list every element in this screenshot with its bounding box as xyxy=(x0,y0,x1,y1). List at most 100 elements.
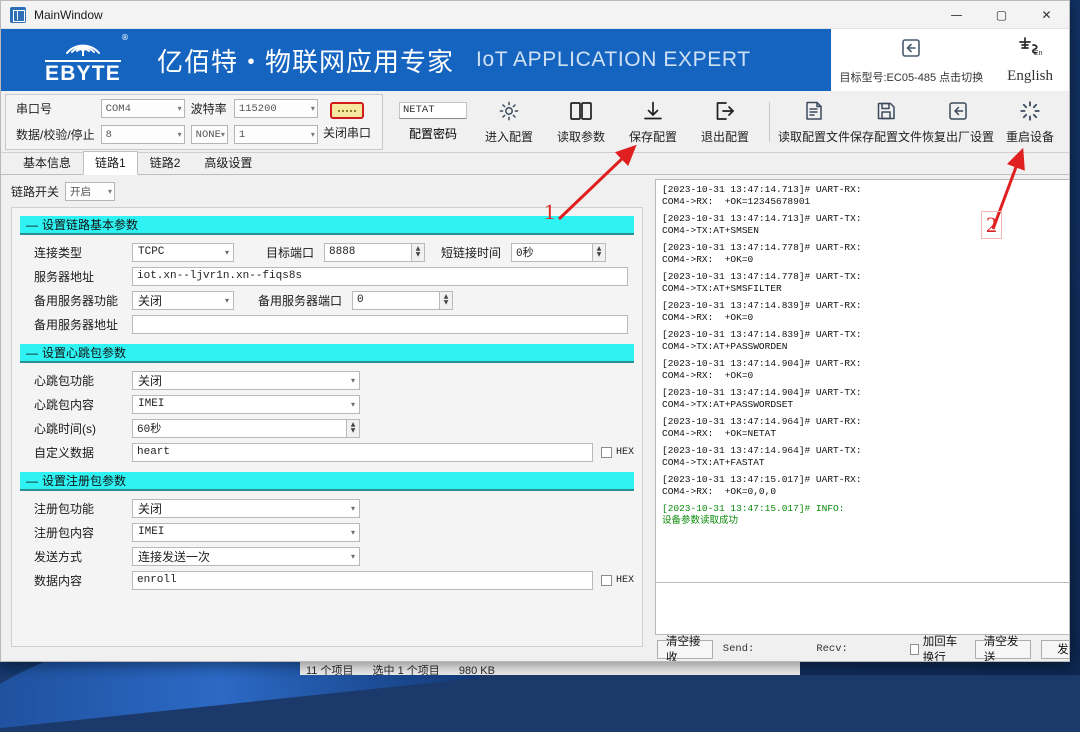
row-connection-type: 连接类型 TCPC ▾ 目标端口 8888 ▲▼ 短链接时间 0秒 ▲▼ xyxy=(20,241,634,263)
server-address-input[interactable]: iot.xn--ljvr1n.xn--fiqs8s xyxy=(132,267,628,286)
serial-port-icon xyxy=(330,102,364,119)
log-entry-rx: [2023-10-31 13:47:14.839]# UART-RX: COM4… xyxy=(662,300,1069,323)
tab-link2[interactable]: 链路2 xyxy=(138,151,193,175)
enter-config-button[interactable]: 进入配置 xyxy=(473,94,545,150)
heartbeat-time-stepper[interactable]: ▲▼ xyxy=(347,419,360,438)
log-pane: [2023-10-31 13:47:14.713]# UART-RX: COM4… xyxy=(653,175,1069,661)
send-button[interactable]: 发送 xyxy=(1041,640,1069,659)
register-hex-toggle[interactable]: HEX xyxy=(601,575,634,586)
log-entry-tx: [2023-10-31 13:47:14.778]# UART-TX: COM4… xyxy=(662,271,1069,294)
serial-port-value: COM4 xyxy=(106,103,178,115)
stop-bits-select[interactable]: 1 ▾ xyxy=(234,125,318,144)
model-switch-button[interactable]: 目标型号:EC05-485 点击切换 xyxy=(840,36,984,85)
maximize-button[interactable]: ▢ xyxy=(979,1,1024,29)
register-function-select[interactable]: 关闭 ▾ xyxy=(132,499,360,518)
register-data-input[interactable]: enroll xyxy=(132,571,593,590)
language-switch-button[interactable]: En English xyxy=(1007,35,1053,85)
factory-reset-label: 恢复出厂设置 xyxy=(922,128,994,145)
clear-send-button[interactable]: 清空发送 xyxy=(975,640,1031,659)
backup-server-port-stepper[interactable]: ▲▼ xyxy=(440,291,453,310)
exit-config-button[interactable]: 退出配置 xyxy=(689,94,761,150)
window-title-bar: MainWindow — ▢ ✕ xyxy=(1,1,1069,29)
link-config-pane: 链路开关 开启 ▾ — 设置链路基本参数 连接类型 TCPC ▾ xyxy=(1,175,653,661)
register-content-select[interactable]: IMEI ▾ xyxy=(132,523,360,542)
heartbeat-custom-input[interactable]: heart xyxy=(132,443,593,462)
log-output[interactable]: [2023-10-31 13:47:14.713]# UART-RX: COM4… xyxy=(655,179,1069,583)
backup-server-func-value: 关闭 xyxy=(138,292,225,309)
register-data-label: 数据内容 xyxy=(20,572,132,589)
parity-select[interactable]: NONE ▾ xyxy=(191,125,228,144)
model-switch-label: 目标型号:EC05-485 点击切换 xyxy=(840,69,984,85)
chevron-down-icon: ▾ xyxy=(351,528,357,537)
heartbeat-function-select[interactable]: 关闭 ▾ xyxy=(132,371,360,390)
save-config-button[interactable]: 保存配置 xyxy=(617,94,689,150)
tab-basic-info[interactable]: 基本信息 xyxy=(11,151,83,175)
link-switch-value: 开启 xyxy=(70,184,108,199)
heartbeat-hex-checkbox[interactable] xyxy=(601,447,612,458)
crlf-checkbox[interactable] xyxy=(910,644,919,655)
register-hex-checkbox[interactable] xyxy=(601,575,612,586)
connection-type-select[interactable]: TCPC ▾ xyxy=(132,243,234,262)
logo-signal-icon: ® xyxy=(47,35,119,59)
crlf-label: 加回车换行 xyxy=(923,633,967,661)
heartbeat-hex-toggle[interactable]: HEX xyxy=(601,447,634,458)
data-bits-select[interactable]: 8 ▾ xyxy=(101,125,185,144)
minimize-button[interactable]: — xyxy=(934,1,979,29)
row-heartbeat-custom-data: 自定义数据 heart HEX xyxy=(20,441,634,463)
factory-reset-icon xyxy=(946,98,970,124)
tab-link1[interactable]: 链路1 xyxy=(83,151,138,175)
explorer-selected-count: 选中 1 个项目 xyxy=(373,665,440,675)
log-entry-info: [2023-10-31 13:47:15.017]# INFO: 设备参数读取成… xyxy=(662,503,1069,526)
restart-device-label: 重启设备 xyxy=(1006,128,1054,145)
short-conn-input[interactable]: 0秒 xyxy=(511,243,593,262)
switch-model-icon xyxy=(899,36,923,65)
heartbeat-hex-label: HEX xyxy=(616,447,634,458)
short-conn-label: 短链接时间 xyxy=(425,244,511,261)
row-heartbeat-time: 心跳时间(s) 60秒 ▲▼ xyxy=(20,417,634,439)
exit-config-label: 退出配置 xyxy=(701,128,749,145)
main-window: MainWindow — ▢ ✕ ® xyxy=(0,0,1070,662)
serial-settings-group: 串口号 COM4 ▾ 波特率 115200 ▾ 数据/校验/停止 8 ▾ NON… xyxy=(5,94,383,150)
log-entry-rx: [2023-10-31 13:47:14.964]# UART-RX: COM4… xyxy=(662,416,1069,439)
tab-bar: 基本信息 链路1 链路2 高级设置 xyxy=(1,153,1069,175)
tab-advanced-settings[interactable]: 高级设置 xyxy=(192,151,264,175)
heartbeat-time-input[interactable]: 60秒 xyxy=(132,419,347,438)
save-config-file-button[interactable]: 保存配置文件 xyxy=(850,94,922,150)
banner-actions: 目标型号:EC05-485 点击切换 En English xyxy=(831,29,1069,91)
ebyte-logo: ® EBYTE xyxy=(27,35,139,85)
read-params-button[interactable]: 读取参数 xyxy=(545,94,617,150)
close-button[interactable]: ✕ xyxy=(1024,1,1069,29)
save-file-icon xyxy=(874,98,898,124)
row-heartbeat-function: 心跳包功能 关闭 ▾ xyxy=(20,369,634,391)
dest-port-stepper[interactable]: ▲▼ xyxy=(412,243,425,262)
main-toolbar: 串口号 COM4 ▾ 波特率 115200 ▾ 数据/校验/停止 8 ▾ NON… xyxy=(1,91,1069,153)
stop-bits-value: 1 xyxy=(239,129,311,141)
register-send-mode-select[interactable]: 连接发送一次 ▾ xyxy=(132,547,360,566)
chevron-down-icon: ▾ xyxy=(351,552,357,561)
crlf-toggle[interactable]: 加回车换行 xyxy=(910,633,967,661)
backup-server-port-label: 备用服务器端口 xyxy=(234,292,352,309)
backup-server-func-select[interactable]: 关闭 ▾ xyxy=(132,291,234,310)
restart-device-button[interactable]: 重启设备 xyxy=(994,94,1066,150)
dest-port-input[interactable]: 8888 xyxy=(324,243,412,262)
send-textarea[interactable] xyxy=(655,583,1069,635)
backup-server-port-input[interactable]: 0 xyxy=(352,291,440,310)
serial-port-select[interactable]: COM4 ▾ xyxy=(101,99,185,118)
gear-icon xyxy=(497,98,521,124)
log-entry-tx: [2023-10-31 13:47:14.904]# UART-TX: COM4… xyxy=(662,387,1069,410)
chevron-down-icon: ▾ xyxy=(311,130,315,139)
logo-wordmark: EBYTE xyxy=(45,60,121,85)
backup-address-input[interactable] xyxy=(132,315,628,334)
clear-recv-button[interactable]: 清空接收 xyxy=(657,640,713,659)
config-password-input[interactable]: NETAT xyxy=(399,102,467,119)
link-switch-select[interactable]: 开启 ▾ xyxy=(65,182,115,201)
chevron-down-icon: ▾ xyxy=(311,104,315,113)
log-entry-tx: [2023-10-31 13:47:14.713]# UART-TX: COM4… xyxy=(662,213,1069,236)
read-config-file-button[interactable]: 读取配置文件 xyxy=(778,94,850,150)
heartbeat-content-select[interactable]: IMEI ▾ xyxy=(132,395,360,414)
banner-title-en: IoT APPLICATION EXPERT xyxy=(476,48,751,72)
short-conn-stepper[interactable]: ▲▼ xyxy=(593,243,606,262)
baud-rate-select[interactable]: 115200 ▾ xyxy=(234,99,318,118)
factory-reset-button[interactable]: 恢复出厂设置 xyxy=(922,94,994,150)
serial-toggle-button[interactable]: 关闭串口 xyxy=(318,102,376,141)
